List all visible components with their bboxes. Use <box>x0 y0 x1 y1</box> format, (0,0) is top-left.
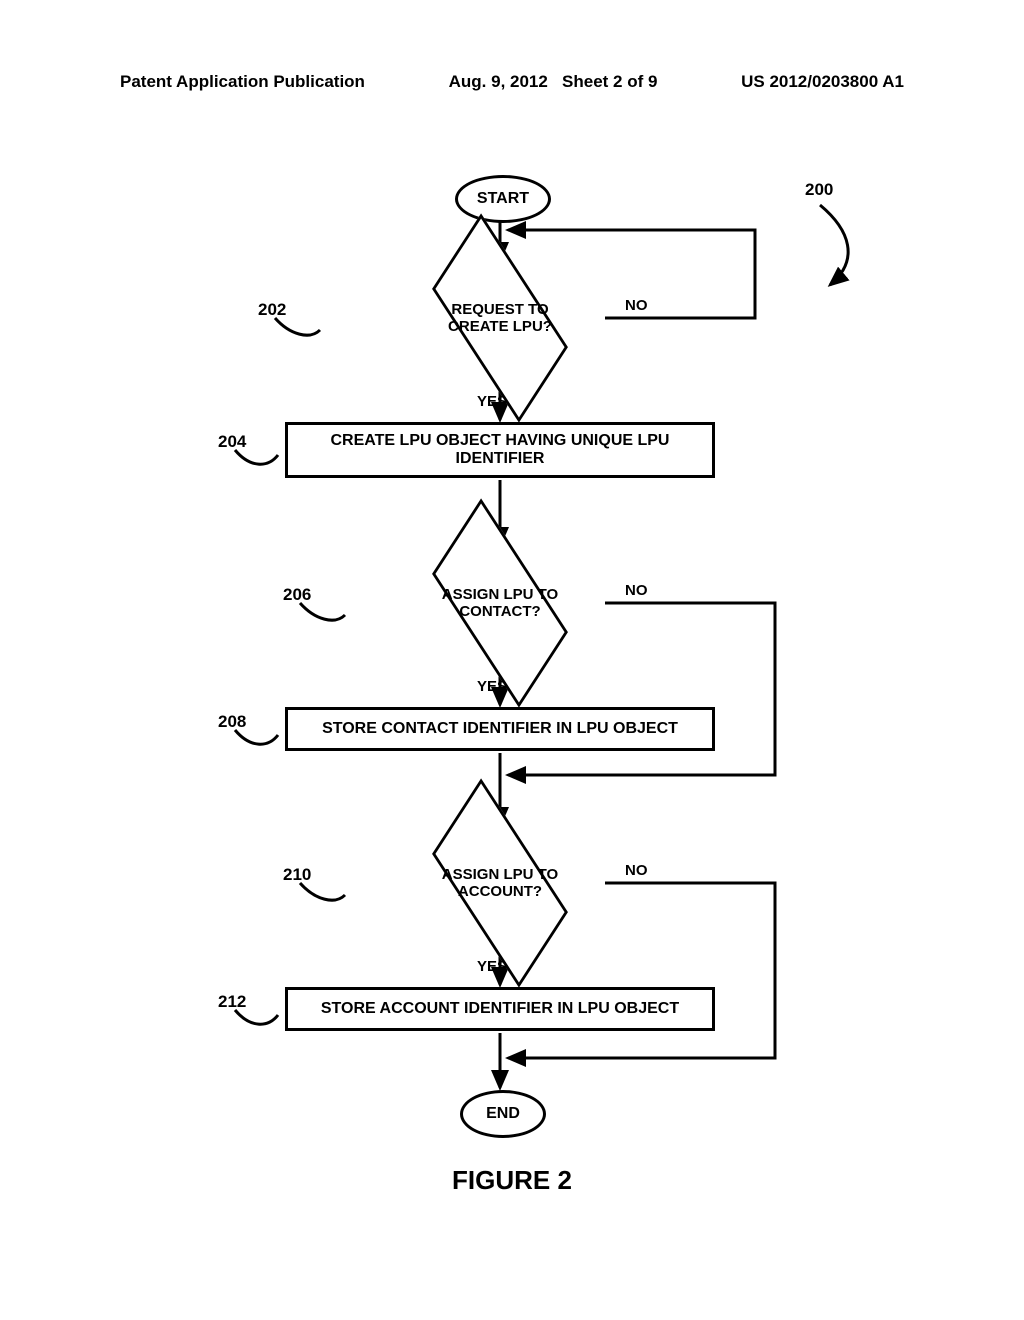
ref-210: 210 <box>283 865 311 885</box>
header-date-sheet: Aug. 9, 2012 Sheet 2 of 9 <box>449 72 658 92</box>
decision-assign-lpu-contact: ASSIGN LPU TO CONTACT? <box>395 545 605 660</box>
label-no-210: NO <box>625 862 648 879</box>
ref-200: 200 <box>805 180 833 200</box>
label-yes-206: YES <box>477 678 507 695</box>
header-docnum: US 2012/0203800 A1 <box>741 72 904 92</box>
decision-request-create-lpu: REQUEST TO CREATE LPU? <box>395 260 605 375</box>
terminal-start: START <box>455 175 551 223</box>
label-yes-202: YES <box>477 393 507 410</box>
process-store-contact-id: STORE CONTACT IDENTIFIER IN LPU OBJECT <box>285 707 715 751</box>
figure-caption: FIGURE 2 <box>0 1165 1024 1196</box>
label-no-202: NO <box>625 297 648 314</box>
ref-212: 212 <box>218 992 246 1012</box>
ref-204: 204 <box>218 432 246 452</box>
page-header: Patent Application Publication Aug. 9, 2… <box>0 72 1024 92</box>
header-publication: Patent Application Publication <box>120 72 365 92</box>
process-create-lpu-object: CREATE LPU OBJECT HAVING UNIQUE LPU IDEN… <box>285 422 715 478</box>
decision-assign-lpu-account: ASSIGN LPU TO ACCOUNT? <box>395 825 605 940</box>
label-no-206: NO <box>625 582 648 599</box>
ref-202: 202 <box>258 300 286 320</box>
ref-206: 206 <box>283 585 311 605</box>
label-yes-210: YES <box>477 958 507 975</box>
ref-208: 208 <box>218 712 246 732</box>
patent-page: Patent Application Publication Aug. 9, 2… <box>0 0 1024 1320</box>
terminal-end: END <box>460 1090 546 1138</box>
process-store-account-id: STORE ACCOUNT IDENTIFIER IN LPU OBJECT <box>285 987 715 1031</box>
